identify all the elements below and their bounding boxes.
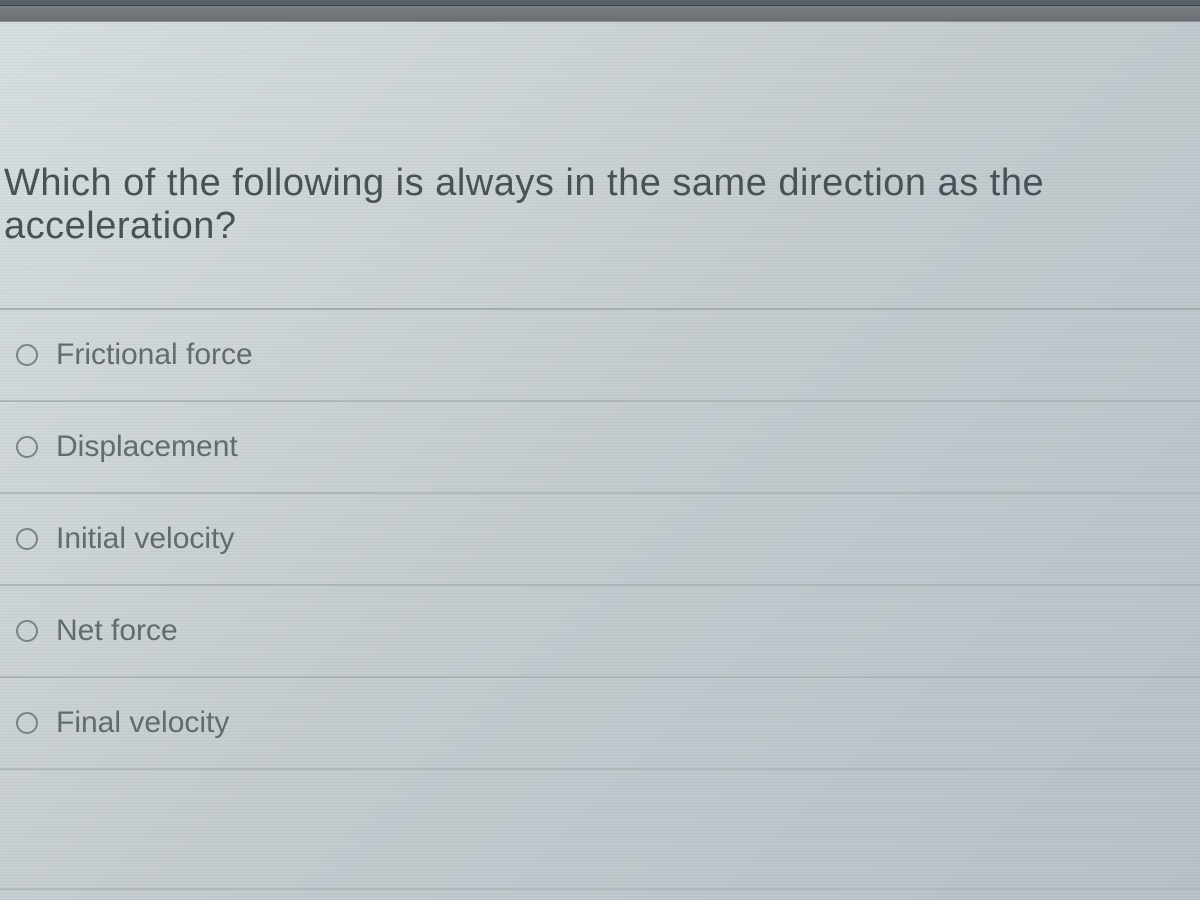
radio-icon <box>16 344 38 366</box>
option-label: Net force <box>56 614 178 648</box>
option-label: Final velocity <box>56 706 229 740</box>
options-container: Frictional force Displacement Initial ve… <box>0 310 1200 770</box>
header-strip <box>0 6 1200 22</box>
question-area: Which of the following is always in the … <box>0 22 1200 310</box>
radio-icon <box>16 528 38 550</box>
option-label: Frictional force <box>56 338 253 372</box>
option-label: Displacement <box>56 430 238 464</box>
option-net-force[interactable]: Net force <box>0 586 1200 678</box>
radio-icon <box>16 436 38 458</box>
option-label: Initial velocity <box>56 522 234 556</box>
option-initial-velocity[interactable]: Initial velocity <box>0 494 1200 586</box>
bottom-space <box>0 770 1200 890</box>
option-final-velocity[interactable]: Final velocity <box>0 678 1200 770</box>
question-text: Which of the following is always in the … <box>0 162 1200 248</box>
radio-icon <box>16 712 38 734</box>
radio-icon <box>16 620 38 642</box>
option-frictional-force[interactable]: Frictional force <box>0 310 1200 402</box>
option-displacement[interactable]: Displacement <box>0 402 1200 494</box>
